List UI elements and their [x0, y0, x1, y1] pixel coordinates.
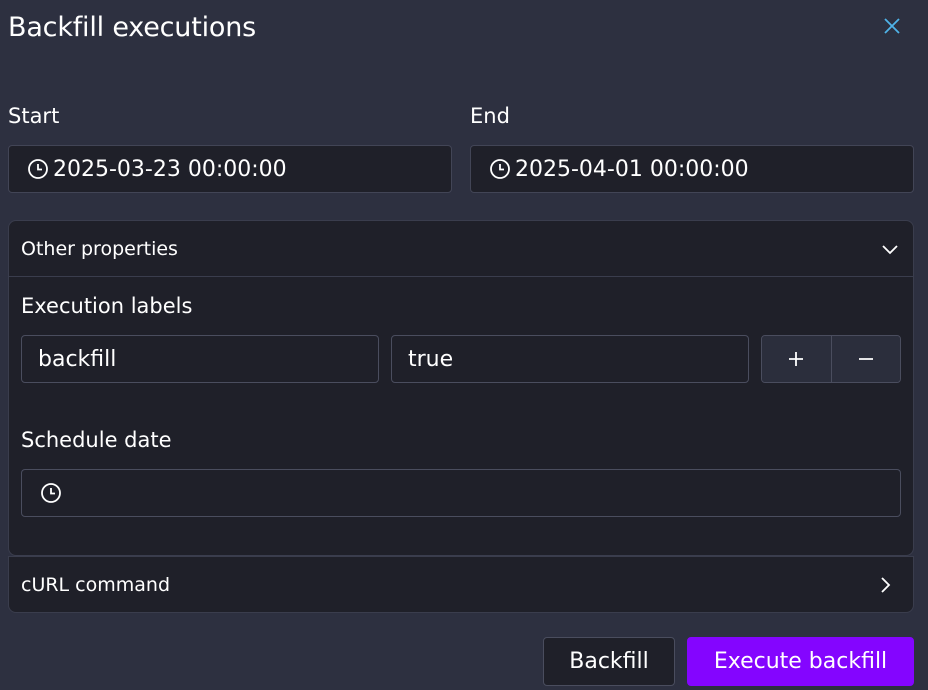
start-date-input[interactable]: 2025-03-23 00:00:00 — [8, 145, 452, 193]
dialog-title: Backfill executions — [8, 12, 256, 43]
other-properties-title: Other properties — [21, 237, 178, 260]
start-label: Start — [8, 104, 60, 128]
other-properties-panel: Other properties Execution labels backfi… — [8, 220, 914, 556]
clock-icon — [40, 482, 62, 504]
curl-command-title: cURL command — [21, 573, 171, 596]
start-date-value: 2025-03-23 00:00:00 — [53, 156, 287, 182]
label-buttons — [761, 335, 901, 383]
backfill-button[interactable]: Backfill — [543, 637, 675, 686]
add-label-button[interactable] — [762, 336, 831, 382]
close-button[interactable] — [880, 14, 904, 38]
schedule-date-input[interactable] — [21, 469, 901, 517]
end-label: End — [470, 104, 510, 128]
end-date-input[interactable]: 2025-04-01 00:00:00 — [470, 145, 914, 193]
schedule-date-label: Schedule date — [21, 428, 172, 452]
label-value-input[interactable]: true — [391, 335, 749, 383]
chevron-down-icon — [882, 244, 898, 254]
chevron-right-icon — [881, 576, 891, 593]
clock-icon — [489, 158, 511, 180]
remove-label-button[interactable] — [830, 336, 900, 382]
plus-icon — [789, 352, 804, 366]
clock-icon — [27, 158, 49, 180]
close-icon — [884, 18, 900, 34]
curl-command-header[interactable]: cURL command — [8, 556, 914, 613]
label-key-input[interactable]: backfill — [21, 335, 379, 383]
execute-backfill-button[interactable]: Execute backfill — [687, 637, 914, 686]
minus-icon — [858, 358, 873, 360]
end-date-value: 2025-04-01 00:00:00 — [515, 156, 749, 182]
execution-labels-label: Execution labels — [21, 294, 193, 318]
other-properties-header[interactable]: Other properties — [9, 221, 913, 277]
